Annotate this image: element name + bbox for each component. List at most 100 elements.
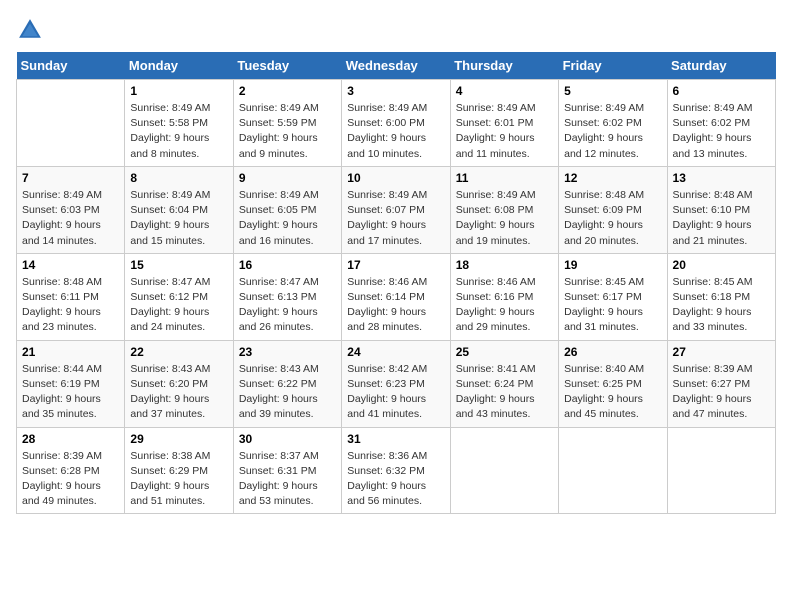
calendar-cell: 14 Sunrise: 8:48 AMSunset: 6:11 PMDayligh… xyxy=(17,253,125,340)
calendar-body: 1Sunrise: 8:49 AMSunset: 5:58 PMDaylight… xyxy=(17,80,776,514)
day-number: 9 xyxy=(239,171,336,185)
day-number: 27 xyxy=(673,345,770,359)
day-number: 12 xyxy=(564,171,661,185)
calendar-cell: 13 Sunrise: 8:48 AMSunset: 6:10 PMDayligh… xyxy=(667,166,775,253)
day-number: 5 xyxy=(564,84,661,98)
day-info: Sunrise: 8:46 AMSunset: 6:14 PMDaylight:… xyxy=(347,275,444,336)
day-number: 10 xyxy=(347,171,444,185)
column-header-tuesday: Tuesday xyxy=(233,52,341,80)
calendar-cell: 12 Sunrise: 8:48 AMSunset: 6:09 PMDayligh… xyxy=(559,166,667,253)
calendar-cell xyxy=(17,80,125,167)
day-number: 28 xyxy=(22,432,119,446)
day-number: 3 xyxy=(347,84,444,98)
day-info: Sunrise: 8:48 AMSunset: 6:11 PMDaylight:… xyxy=(22,275,119,336)
day-info: Sunrise: 8:47 AMSunset: 6:13 PMDaylight:… xyxy=(239,275,336,336)
day-number: 14 xyxy=(22,258,119,272)
calendar-cell xyxy=(559,427,667,514)
day-info: Sunrise: 8:49 AMSunset: 6:01 PMDaylight:… xyxy=(456,101,553,162)
calendar-cell: 1Sunrise: 8:49 AMSunset: 5:58 PMDaylight… xyxy=(125,80,233,167)
calendar-cell: 24 Sunrise: 8:42 AMSunset: 6:23 PMDayligh… xyxy=(342,340,450,427)
day-number: 23 xyxy=(239,345,336,359)
day-info: Sunrise: 8:43 AMSunset: 6:22 PMDaylight:… xyxy=(239,362,336,423)
column-header-sunday: Sunday xyxy=(17,52,125,80)
day-info: Sunrise: 8:44 AMSunset: 6:19 PMDaylight:… xyxy=(22,362,119,423)
calendar-cell: 4 Sunrise: 8:49 AMSunset: 6:01 PMDaylight… xyxy=(450,80,558,167)
calendar-cell: 11 Sunrise: 8:49 AMSunset: 6:08 PMDayligh… xyxy=(450,166,558,253)
logo xyxy=(16,16,48,44)
day-info: Sunrise: 8:49 AMSunset: 6:05 PMDaylight:… xyxy=(239,188,336,249)
day-number: 18 xyxy=(456,258,553,272)
day-number: 26 xyxy=(564,345,661,359)
day-number: 13 xyxy=(673,171,770,185)
day-number: 31 xyxy=(347,432,444,446)
calendar-cell: 9 Sunrise: 8:49 AMSunset: 6:05 PMDaylight… xyxy=(233,166,341,253)
page-header xyxy=(16,16,776,44)
day-info: Sunrise: 8:49 AMSunset: 6:08 PMDaylight:… xyxy=(456,188,553,249)
calendar-cell: 23 Sunrise: 8:43 AMSunset: 6:22 PMDayligh… xyxy=(233,340,341,427)
day-number: 15 xyxy=(130,258,227,272)
calendar-cell: 3 Sunrise: 8:49 AMSunset: 6:00 PMDaylight… xyxy=(342,80,450,167)
calendar-table: SundayMondayTuesdayWednesdayThursdayFrid… xyxy=(16,52,776,514)
day-number: 2 xyxy=(239,84,336,98)
day-number: 6 xyxy=(673,84,770,98)
day-info: Sunrise: 8:49 AMSunset: 5:59 PMDaylight:… xyxy=(239,101,336,162)
day-info: Sunrise: 8:38 AMSunset: 6:29 PMDaylight:… xyxy=(130,449,227,510)
calendar-cell: 16 Sunrise: 8:47 AMSunset: 6:13 PMDayligh… xyxy=(233,253,341,340)
week-row-3: 14 Sunrise: 8:48 AMSunset: 6:11 PMDayligh… xyxy=(17,253,776,340)
day-info: Sunrise: 8:36 AMSunset: 6:32 PMDaylight:… xyxy=(347,449,444,510)
day-info: Sunrise: 8:39 AMSunset: 6:27 PMDaylight:… xyxy=(673,362,770,423)
calendar-cell: 21 Sunrise: 8:44 AMSunset: 6:19 PMDayligh… xyxy=(17,340,125,427)
calendar-cell: 7Sunrise: 8:49 AMSunset: 6:03 PMDaylight… xyxy=(17,166,125,253)
week-row-1: 1Sunrise: 8:49 AMSunset: 5:58 PMDaylight… xyxy=(17,80,776,167)
day-number: 20 xyxy=(673,258,770,272)
column-header-monday: Monday xyxy=(125,52,233,80)
day-number: 22 xyxy=(130,345,227,359)
calendar-cell: 25 Sunrise: 8:41 AMSunset: 6:24 PMDayligh… xyxy=(450,340,558,427)
calendar-cell: 17 Sunrise: 8:46 AMSunset: 6:14 PMDayligh… xyxy=(342,253,450,340)
day-info: Sunrise: 8:45 AMSunset: 6:17 PMDaylight:… xyxy=(564,275,661,336)
day-info: Sunrise: 8:48 AMSunset: 6:10 PMDaylight:… xyxy=(673,188,770,249)
day-info: Sunrise: 8:49 AMSunset: 6:03 PMDaylight:… xyxy=(22,188,119,249)
calendar-cell xyxy=(450,427,558,514)
calendar-cell: 2 Sunrise: 8:49 AMSunset: 5:59 PMDaylight… xyxy=(233,80,341,167)
day-info: Sunrise: 8:49 AMSunset: 6:07 PMDaylight:… xyxy=(347,188,444,249)
calendar-header: SundayMondayTuesdayWednesdayThursdayFrid… xyxy=(17,52,776,80)
day-info: Sunrise: 8:49 AMSunset: 6:02 PMDaylight:… xyxy=(564,101,661,162)
calendar-cell: 19 Sunrise: 8:45 AMSunset: 6:17 PMDayligh… xyxy=(559,253,667,340)
day-info: Sunrise: 8:48 AMSunset: 6:09 PMDaylight:… xyxy=(564,188,661,249)
day-number: 24 xyxy=(347,345,444,359)
day-info: Sunrise: 8:49 AMSunset: 6:02 PMDaylight:… xyxy=(673,101,770,162)
day-number: 29 xyxy=(130,432,227,446)
week-row-2: 7Sunrise: 8:49 AMSunset: 6:03 PMDaylight… xyxy=(17,166,776,253)
calendar-cell: 20 Sunrise: 8:45 AMSunset: 6:18 PMDayligh… xyxy=(667,253,775,340)
day-number: 8 xyxy=(130,171,227,185)
day-info: Sunrise: 8:42 AMSunset: 6:23 PMDaylight:… xyxy=(347,362,444,423)
day-number: 4 xyxy=(456,84,553,98)
day-info: Sunrise: 8:39 AMSunset: 6:28 PMDaylight:… xyxy=(22,449,119,510)
day-number: 30 xyxy=(239,432,336,446)
day-info: Sunrise: 8:43 AMSunset: 6:20 PMDaylight:… xyxy=(130,362,227,423)
day-number: 16 xyxy=(239,258,336,272)
day-info: Sunrise: 8:45 AMSunset: 6:18 PMDaylight:… xyxy=(673,275,770,336)
day-info: Sunrise: 8:46 AMSunset: 6:16 PMDaylight:… xyxy=(456,275,553,336)
day-info: Sunrise: 8:37 AMSunset: 6:31 PMDaylight:… xyxy=(239,449,336,510)
day-number: 11 xyxy=(456,171,553,185)
calendar-cell: 6 Sunrise: 8:49 AMSunset: 6:02 PMDaylight… xyxy=(667,80,775,167)
day-number: 17 xyxy=(347,258,444,272)
day-info: Sunrise: 8:49 AMSunset: 6:00 PMDaylight:… xyxy=(347,101,444,162)
calendar-cell xyxy=(667,427,775,514)
day-number: 25 xyxy=(456,345,553,359)
day-info: Sunrise: 8:47 AMSunset: 6:12 PMDaylight:… xyxy=(130,275,227,336)
week-row-4: 21 Sunrise: 8:44 AMSunset: 6:19 PMDayligh… xyxy=(17,340,776,427)
logo-icon xyxy=(16,16,44,44)
calendar-cell: 15 Sunrise: 8:47 AMSunset: 6:12 PMDayligh… xyxy=(125,253,233,340)
calendar-cell: 30 Sunrise: 8:37 AMSunset: 6:31 PMDayligh… xyxy=(233,427,341,514)
calendar-cell: 8Sunrise: 8:49 AMSunset: 6:04 PMDaylight… xyxy=(125,166,233,253)
calendar-cell: 29 Sunrise: 8:38 AMSunset: 6:29 PMDayligh… xyxy=(125,427,233,514)
calendar-cell: 18 Sunrise: 8:46 AMSunset: 6:16 PMDayligh… xyxy=(450,253,558,340)
day-info: Sunrise: 8:41 AMSunset: 6:24 PMDaylight:… xyxy=(456,362,553,423)
column-header-wednesday: Wednesday xyxy=(342,52,450,80)
day-number: 21 xyxy=(22,345,119,359)
day-info: Sunrise: 8:49 AMSunset: 5:58 PMDaylight:… xyxy=(130,101,227,162)
day-number: 19 xyxy=(564,258,661,272)
